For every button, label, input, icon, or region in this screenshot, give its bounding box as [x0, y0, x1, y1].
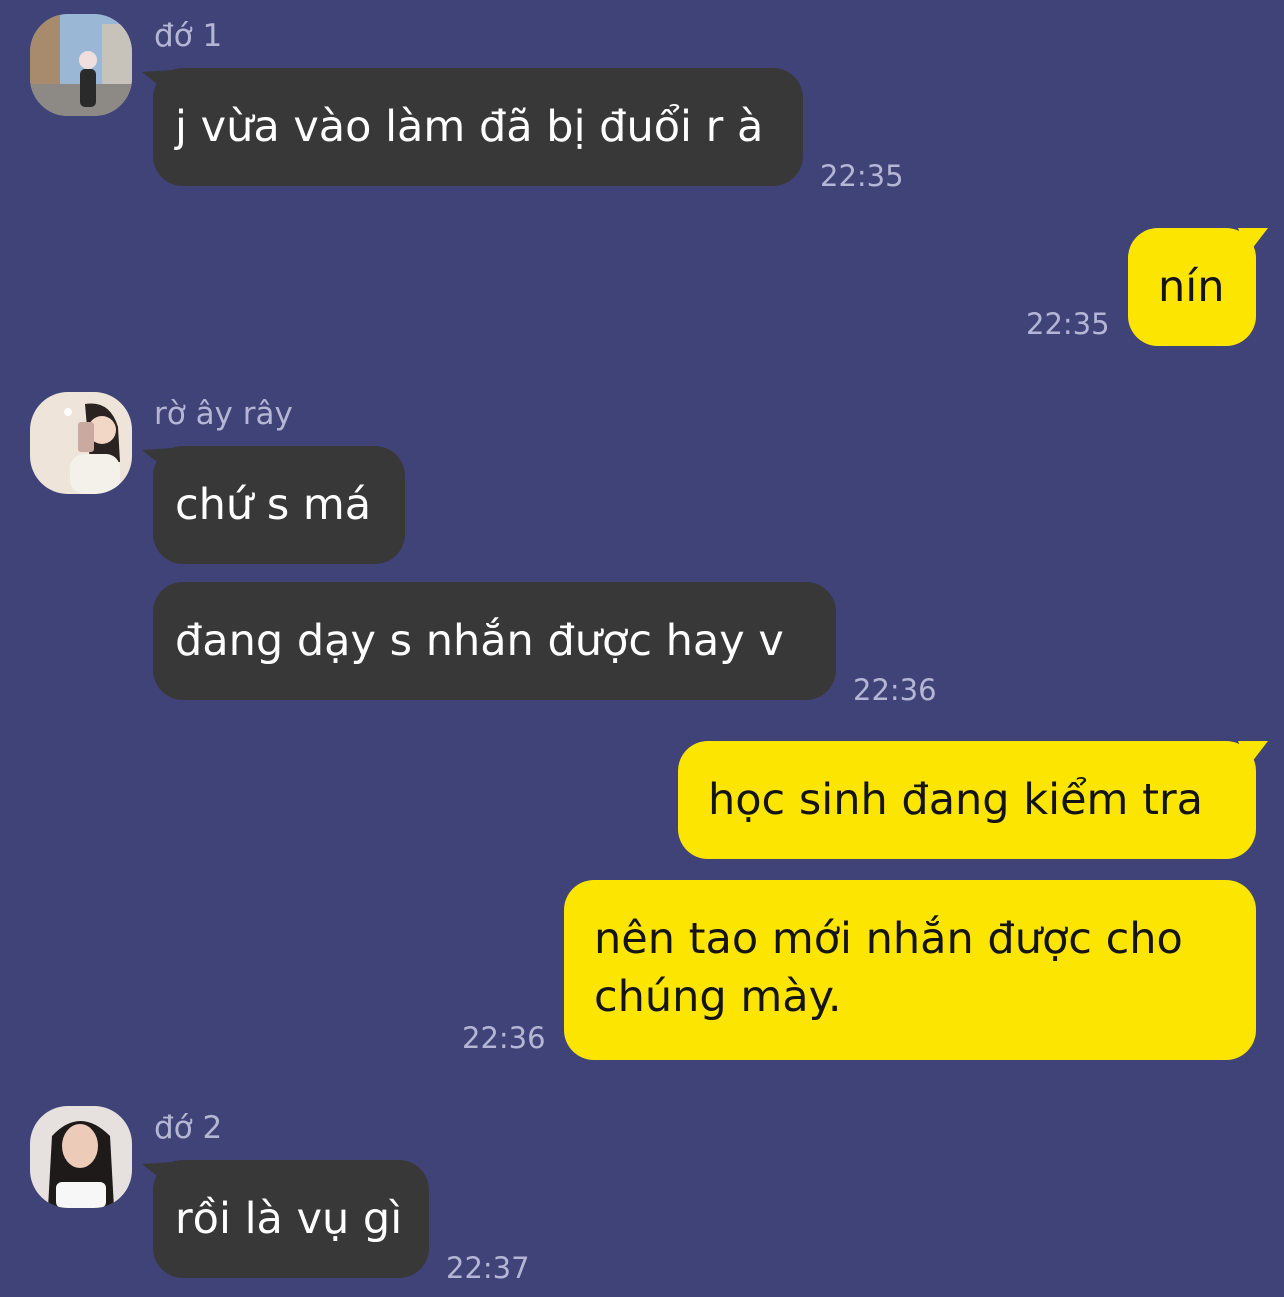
message-text: j vừa vào làm đã bị đuổi r à: [175, 102, 764, 152]
message-bubble[interactable]: học sinh đang kiểm tra: [678, 741, 1256, 859]
message-bubble[interactable]: rồi là vụ gì: [153, 1160, 429, 1278]
message-time: 22:35: [1026, 307, 1110, 341]
message-time: 22:36: [462, 1021, 546, 1055]
avatar-do-2[interactable]: [30, 1106, 132, 1208]
bubble-tail: [1238, 741, 1268, 767]
avatar-ro-ay-ray[interactable]: [30, 392, 132, 494]
message-bubble[interactable]: nên tao mới nhắn được cho chúng mày.: [564, 880, 1256, 1060]
sender-name: đớ 2: [154, 1110, 223, 1146]
avatar-photo-icon: [30, 392, 132, 494]
message-time: 22:35: [820, 159, 904, 193]
message-text: nín: [1158, 262, 1225, 312]
sender-name: đớ 1: [154, 18, 223, 54]
avatar-do-1[interactable]: [30, 14, 132, 116]
bubble-tail: [1238, 228, 1268, 254]
message-text: nên tao mới nhắn được cho chúng mày.: [594, 914, 1183, 1022]
avatar-photo-icon: [30, 14, 132, 116]
message-bubble[interactable]: nín: [1128, 228, 1256, 346]
avatar-photo-icon: [30, 1106, 132, 1208]
message-text: rồi là vụ gì: [175, 1194, 403, 1244]
message-text: đang dạy s nhắn được hay v: [175, 616, 784, 666]
message-bubble[interactable]: j vừa vào làm đã bị đuổi r à: [153, 68, 803, 186]
message-time: 22:37: [446, 1251, 530, 1285]
message-bubble[interactable]: chứ s má: [153, 446, 405, 564]
sender-name: rờ ây rây: [154, 396, 293, 432]
message-text: học sinh đang kiểm tra: [708, 775, 1204, 825]
message-bubble[interactable]: đang dạy s nhắn được hay v: [153, 582, 836, 700]
message-time: 22:36: [853, 673, 937, 707]
message-text: chứ s má: [175, 480, 372, 530]
